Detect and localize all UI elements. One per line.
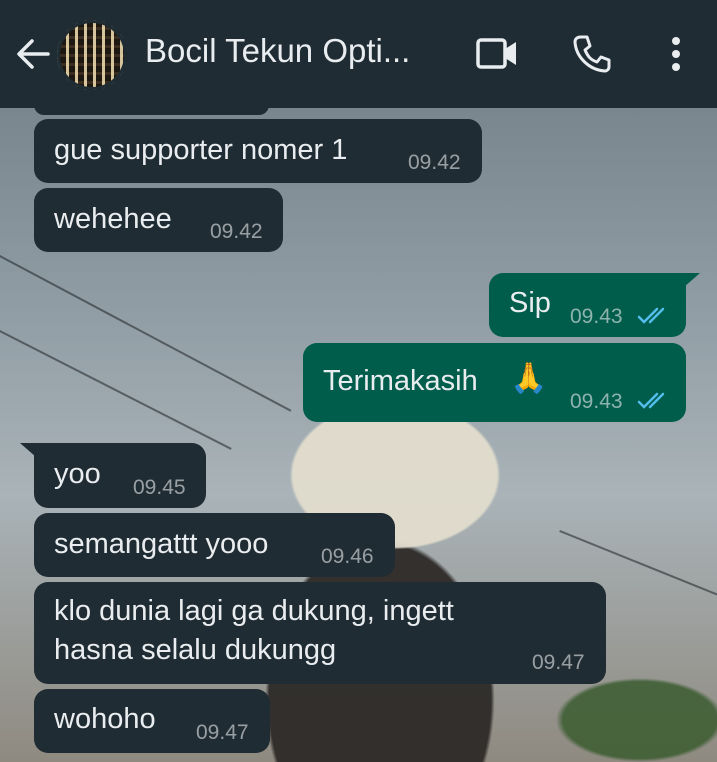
message-text: semangattt yooo	[54, 528, 269, 560]
message-text-line: klo dunia lagi ga dukung, ingett	[54, 595, 454, 627]
message-text: Terimakasih	[323, 365, 478, 397]
message-bubble-incoming[interactable]: gue supporter nomer 1 09.42	[34, 119, 482, 183]
message-time: 09.45	[133, 476, 186, 499]
message-bubble-partial	[34, 95, 269, 115]
chat-header: Bocil Tekun Opti...	[0, 0, 717, 108]
chat-title[interactable]: Bocil Tekun Opti...	[145, 32, 410, 70]
message-text: gue supporter nomer 1	[54, 134, 348, 166]
message-bubble-outgoing[interactable]: Terimakasih 🙏 09.43	[303, 343, 686, 422]
message-time: 09.42	[210, 220, 263, 243]
emoji-pray-icon: 🙏	[510, 361, 548, 396]
message-text: wehehee	[54, 203, 172, 235]
back-arrow-icon[interactable]	[14, 36, 52, 72]
video-call-icon[interactable]	[475, 36, 519, 72]
message-bubble-incoming[interactable]: klo dunia lagi ga dukung, ingett hasna s…	[34, 582, 606, 684]
more-options-icon[interactable]	[668, 36, 684, 74]
message-text: wohoho	[54, 703, 156, 735]
voice-call-icon[interactable]	[572, 34, 612, 74]
read-receipt-icon	[637, 307, 665, 324]
message-text-line: hasna selalu dukungg	[54, 634, 337, 666]
read-receipt-icon	[637, 392, 665, 409]
message-text: yoo	[54, 458, 101, 490]
message-bubble-incoming[interactable]: semangattt yooo 09.46	[34, 513, 395, 577]
message-bubble-incoming[interactable]: wohoho 09.47	[34, 689, 270, 753]
message-time: 09.43	[570, 390, 623, 413]
avatar[interactable]	[57, 20, 127, 90]
bubble-tail	[684, 273, 700, 287]
message-text: Sip	[509, 287, 551, 319]
message-bubble-incoming[interactable]: wehehee 09.42	[34, 188, 283, 252]
message-time: 09.47	[196, 721, 249, 744]
message-time: 09.42	[408, 151, 461, 174]
message-bubble-outgoing[interactable]: Sip 09.43	[489, 273, 686, 337]
message-bubble-incoming[interactable]: yoo 09.45	[34, 443, 206, 508]
message-time: 09.43	[570, 305, 623, 328]
message-time: 09.46	[321, 545, 374, 568]
message-time: 09.47	[532, 651, 585, 674]
